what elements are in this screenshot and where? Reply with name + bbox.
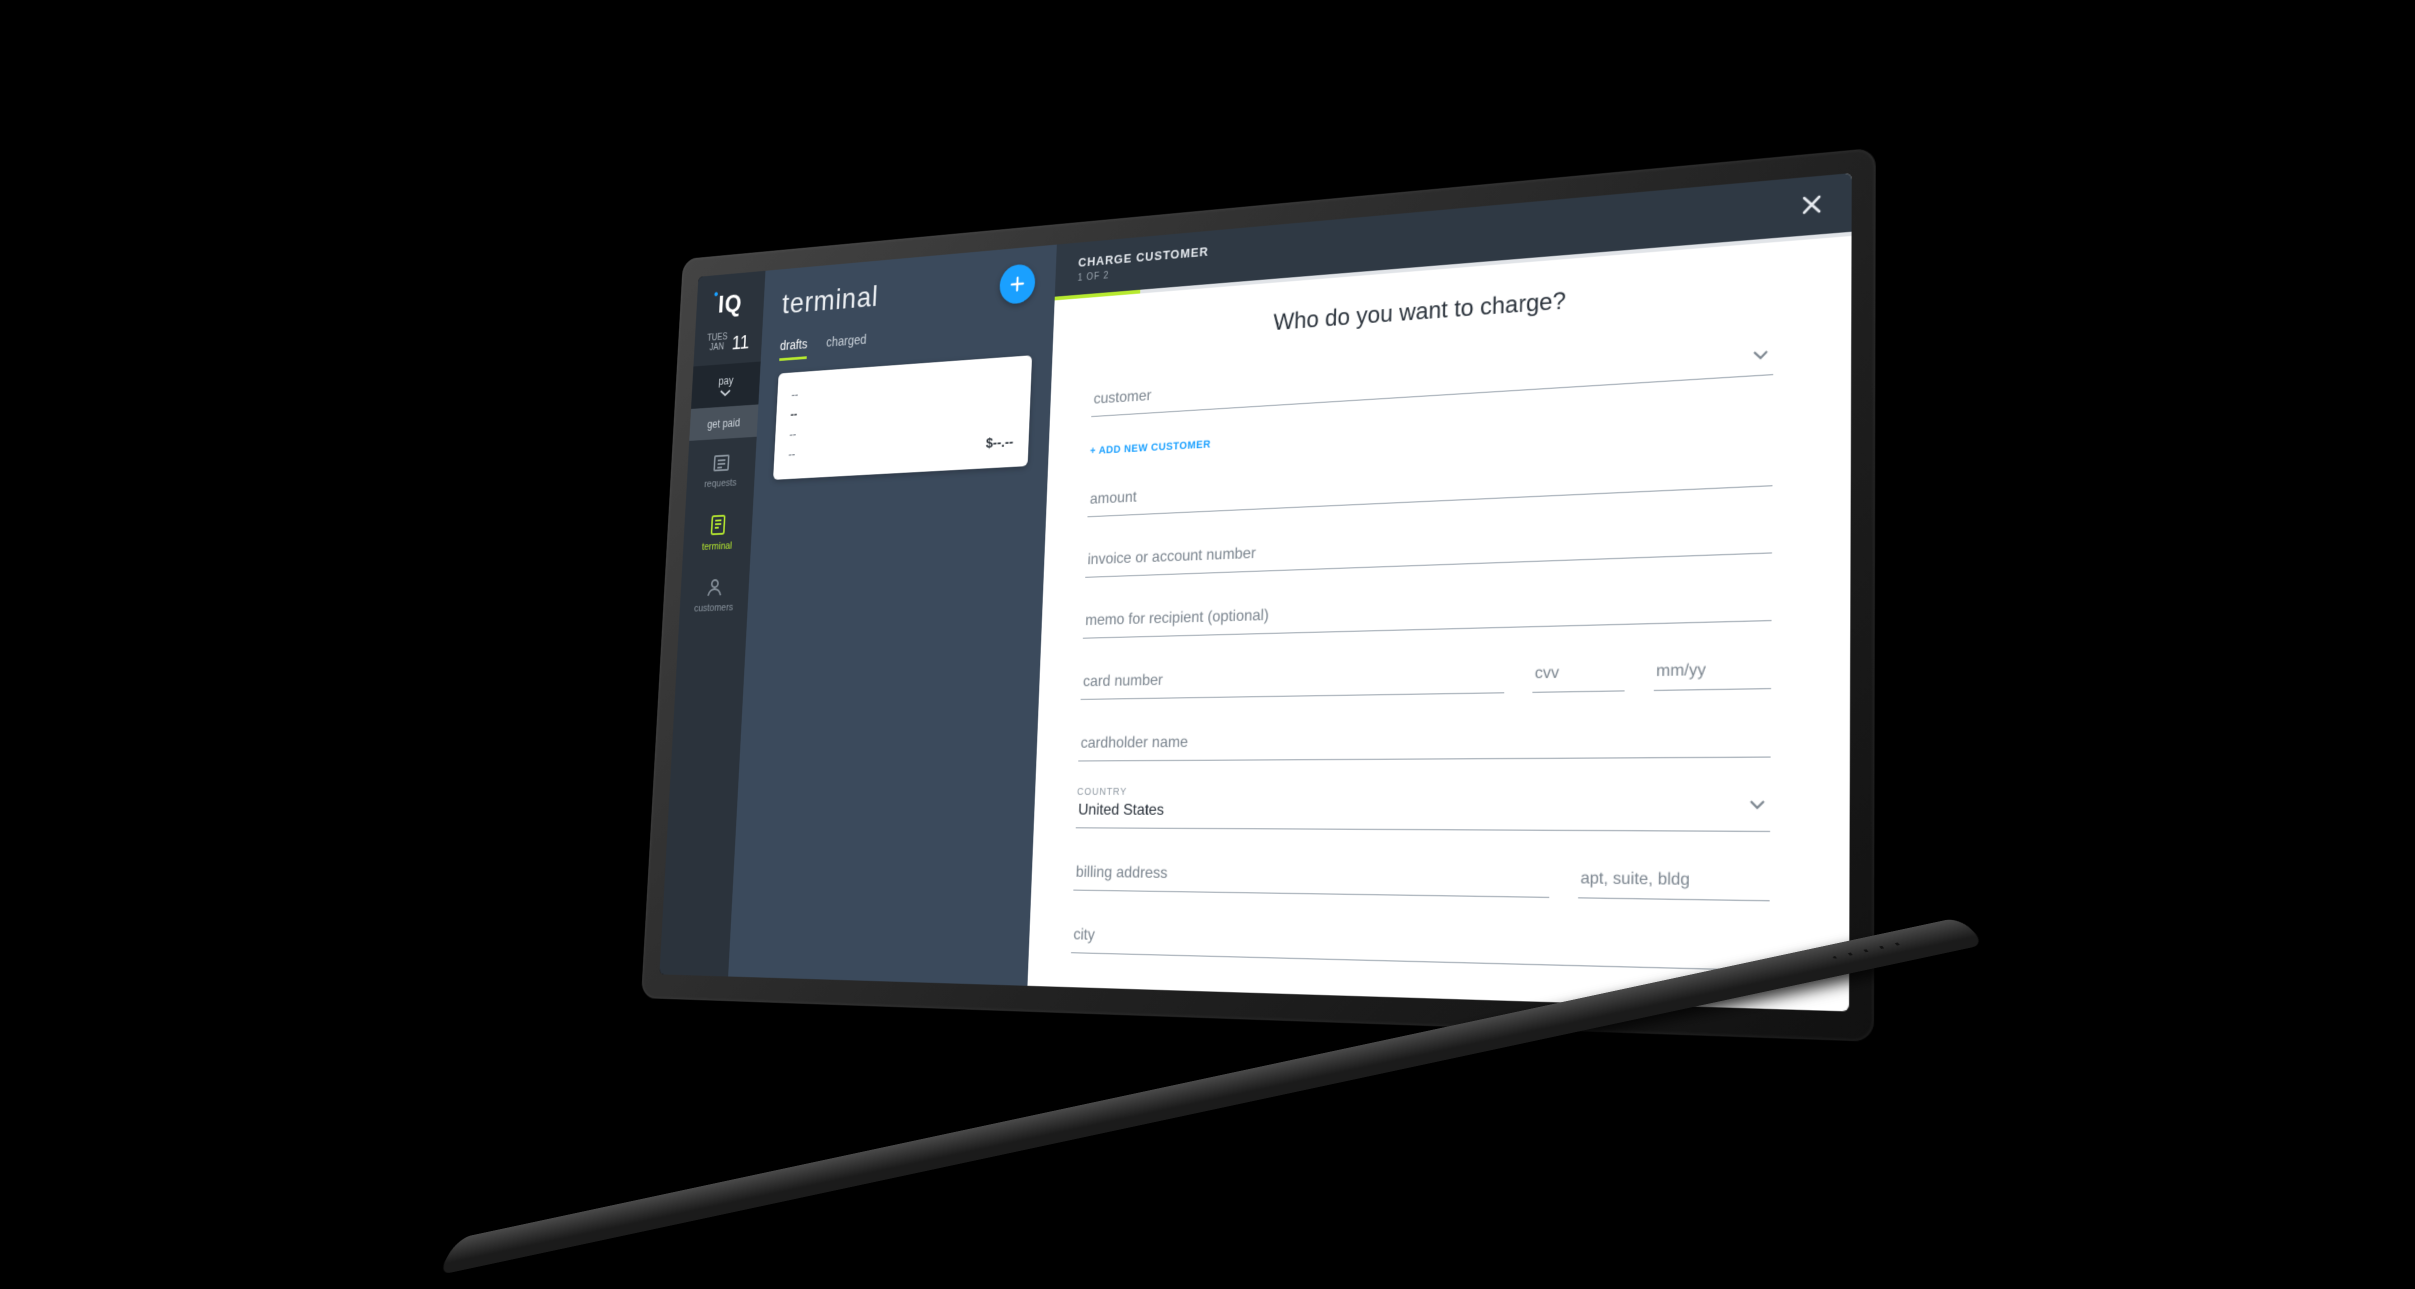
app-logo: • IQ: [695, 270, 765, 330]
date-day: 11: [731, 330, 750, 354]
nav-pay[interactable]: pay: [691, 361, 761, 408]
customer-select[interactable]: [1091, 336, 1773, 417]
sidebar-item-customers[interactable]: customers: [678, 561, 749, 625]
amount-input[interactable]: [1087, 446, 1772, 516]
chevron-down-icon: [719, 388, 730, 398]
sidebar-item-label: requests: [703, 477, 736, 490]
tab-label: charged: [826, 331, 867, 349]
draft-card[interactable]: -- -- -- -- $--.--: [773, 355, 1032, 480]
memo-input[interactable]: [1082, 581, 1771, 638]
customers-icon: [705, 577, 723, 598]
cardholder-input[interactable]: [1078, 717, 1771, 761]
terminal-column: terminal drafts charged -- -- -- --: [728, 244, 1057, 985]
sidebar-item-label: customers: [693, 602, 733, 614]
requests-icon: [711, 452, 730, 473]
unit-input[interactable]: [1578, 858, 1770, 901]
logo-text: IQ: [717, 288, 743, 317]
new-charge-button[interactable]: [998, 263, 1035, 305]
app-root: • IQ TUES JAN 11 pay: [659, 172, 1851, 1010]
tab-label: drafts: [779, 336, 807, 352]
date-month: JAN: [706, 341, 727, 352]
nav-get-paid-label: get paid: [706, 416, 739, 431]
expiry-input[interactable]: [1653, 649, 1771, 691]
page-title: terminal: [781, 279, 879, 320]
add-customer-link[interactable]: + ADD NEW CUSTOMER: [1089, 438, 1210, 456]
draft-amount: $--.--: [985, 430, 1013, 456]
tab-drafts[interactable]: drafts: [779, 336, 808, 361]
charge-panel: CHARGE CUSTOMER 1 OF 2 Who do you want t…: [1027, 172, 1851, 1010]
sidebar-item-label: terminal: [701, 540, 732, 552]
plus-icon: [1008, 274, 1026, 294]
charge-form: Who do you want to charge? + ADD NEW CUS…: [1027, 235, 1851, 1010]
logo-dot-icon: •: [713, 287, 719, 303]
close-icon: [1799, 191, 1823, 216]
sidebar-item-requests[interactable]: requests: [685, 436, 756, 501]
sidebar-item-terminal[interactable]: terminal: [682, 498, 753, 564]
country-select[interactable]: [1075, 791, 1770, 832]
invoice-input[interactable]: [1085, 513, 1772, 577]
nav-get-paid[interactable]: get paid: [689, 404, 758, 440]
billing-address-input[interactable]: [1073, 853, 1549, 897]
nav-pay-label: pay: [718, 374, 733, 388]
terminal-icon: [708, 513, 728, 535]
cvv-input[interactable]: [1532, 652, 1625, 693]
date-block: TUES JAN 11: [693, 325, 762, 366]
card-number-input[interactable]: [1080, 654, 1504, 699]
tab-charged[interactable]: charged: [825, 331, 866, 357]
close-button[interactable]: [1799, 191, 1823, 221]
